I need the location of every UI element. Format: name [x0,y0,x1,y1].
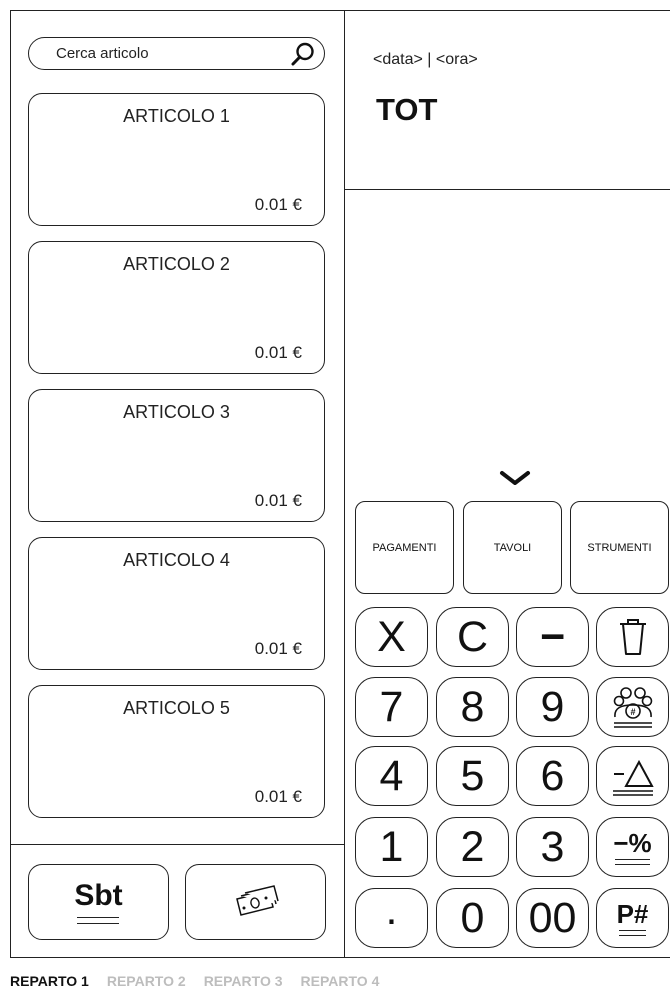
plu-label: P# [616,898,649,929]
article-price: 0.01 € [254,639,302,658]
digit-key-8[interactable]: 8 [436,677,509,737]
article-price: 0.01 € [254,343,302,362]
tab-tables[interactable]: TAVOLI [463,501,562,594]
department-tabs: REPARTO 1 REPARTO 2 REPARTO 3 REPARTO 4 [10,958,670,1003]
decimal-point-key[interactable]: . [355,886,428,948]
minus-key[interactable]: − [516,607,589,667]
article-name: ARTICOLO 2 [123,254,230,274]
tab-tools[interactable]: STRUMENTI [570,501,669,594]
article-name: ARTICOLO 4 [123,550,230,570]
digit-key-4[interactable]: 4 [355,746,428,806]
subtotal-button[interactable]: Sbt [28,864,169,940]
article-card[interactable]: ARTICOLO 1 0.01 € [28,93,325,226]
total-label: TOT [376,92,438,127]
clear-all-key[interactable]: X [355,607,428,667]
delta-key[interactable] [596,746,669,806]
digit-key-0[interactable]: 0 [436,888,509,948]
search-input[interactable]: Cerca articolo [56,45,290,62]
article-card[interactable]: ARTICOLO 5 0.01 € [28,685,325,818]
cash-button[interactable] [185,864,326,940]
article-name: ARTICOLO 1 [123,106,230,126]
department-tab-2[interactable]: REPARTO 2 [107,973,186,989]
left-footer-divider [10,844,344,845]
article-card[interactable]: ARTICOLO 2 0.01 € [28,241,325,374]
svg-text:#: # [630,707,635,717]
header-divider [344,189,670,190]
department-tab-3[interactable]: REPARTO 3 [204,973,283,989]
date-time-label: <data> | <ora> [373,51,478,68]
article-price: 0.01 € [254,787,302,806]
minus-delta-icon [612,759,654,796]
discount-percent-key[interactable]: −% [596,817,669,877]
article-card[interactable]: ARTICOLO 4 0.01 € [28,537,325,670]
customers-key[interactable]: # [596,677,669,737]
digit-key-7[interactable]: 7 [355,677,428,737]
digit-key-1[interactable]: 1 [355,817,428,877]
digit-key-5[interactable]: 5 [436,746,509,806]
digit-key-6[interactable]: 6 [516,746,589,806]
tab-payments[interactable]: PAGAMENTI [355,501,454,594]
digit-key-3[interactable]: 3 [516,817,589,877]
search-box[interactable]: Cerca articolo [28,37,325,70]
search-icon[interactable] [290,41,316,67]
vertical-divider [344,10,345,958]
clear-key[interactable]: C [436,607,509,667]
trash-icon [619,619,646,655]
article-name: ARTICOLO 5 [123,698,230,718]
digit-key-2[interactable]: 2 [436,817,509,877]
double-underline [77,916,120,924]
double-zero-key[interactable]: 00 [516,888,589,948]
cash-icon [235,885,279,916]
article-card[interactable]: ARTICOLO 3 0.01 € [28,389,325,522]
department-tab-4[interactable]: REPARTO 4 [301,973,380,989]
digit-key-9[interactable]: 9 [516,677,589,737]
discount-percent-label: −% [613,827,652,858]
article-price: 0.01 € [254,195,302,214]
department-tab-1[interactable]: REPARTO 1 [10,973,89,989]
article-price: 0.01 € [254,491,302,510]
article-name: ARTICOLO 3 [123,402,230,422]
customers-icon: # [613,687,652,728]
delete-key[interactable] [596,607,669,667]
chevron-down-icon[interactable] [498,469,532,489]
subtotal-label: Sbt [74,878,123,912]
plu-key[interactable]: P# [596,888,669,948]
